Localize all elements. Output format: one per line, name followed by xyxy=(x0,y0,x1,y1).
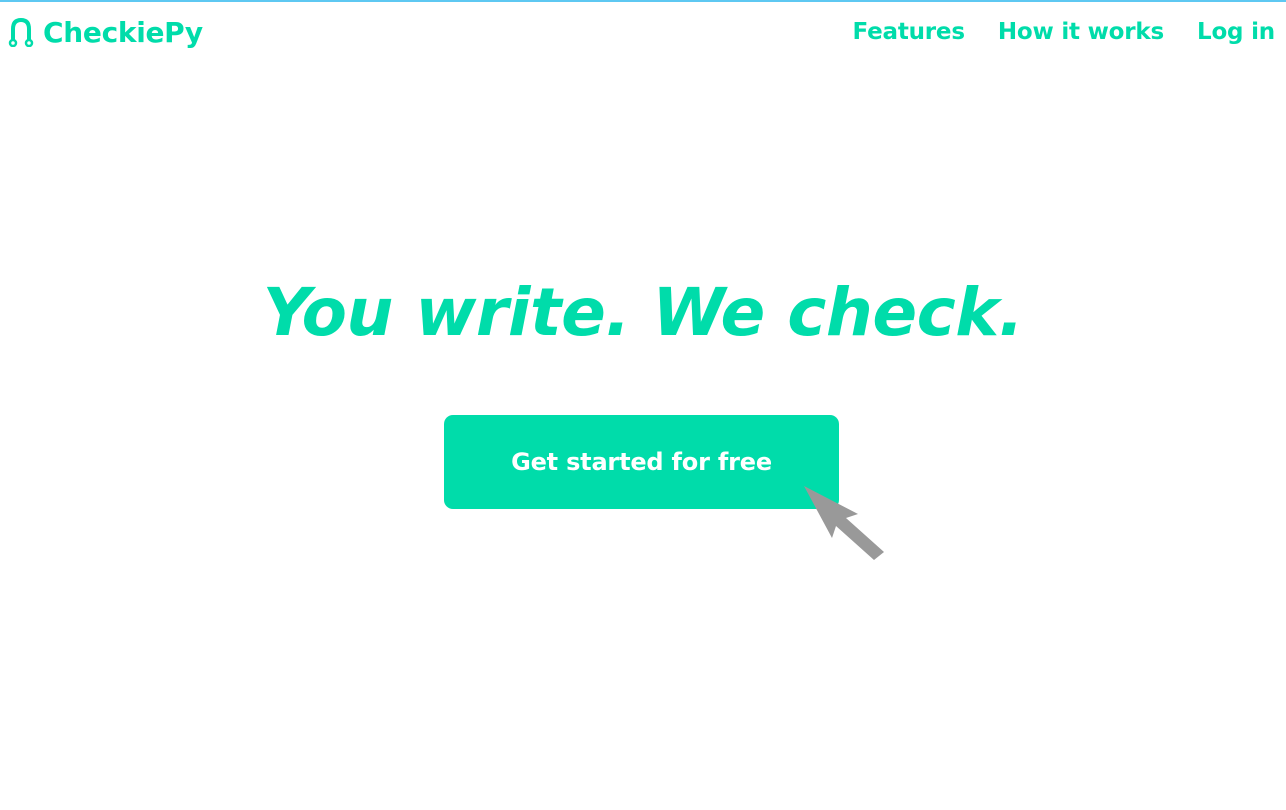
hero-headline: You write. We check. xyxy=(262,274,1024,351)
arrow-pointer-icon xyxy=(800,484,890,564)
brand-logo-link[interactable]: CheckiePy xyxy=(8,12,203,52)
brand-name: CheckiePy xyxy=(43,15,203,49)
nav-link-log-in[interactable]: Log in xyxy=(1197,19,1275,45)
nav-link-how-it-works[interactable]: How it works xyxy=(998,19,1164,45)
nav-link-features[interactable]: Features xyxy=(853,19,966,45)
main-nav: Features How it works Log in xyxy=(820,12,1276,52)
magnet-icon xyxy=(8,17,34,48)
get-started-button[interactable]: Get started for free xyxy=(444,415,839,509)
navbar: CheckiePy Features How it works Log in xyxy=(0,2,1286,62)
